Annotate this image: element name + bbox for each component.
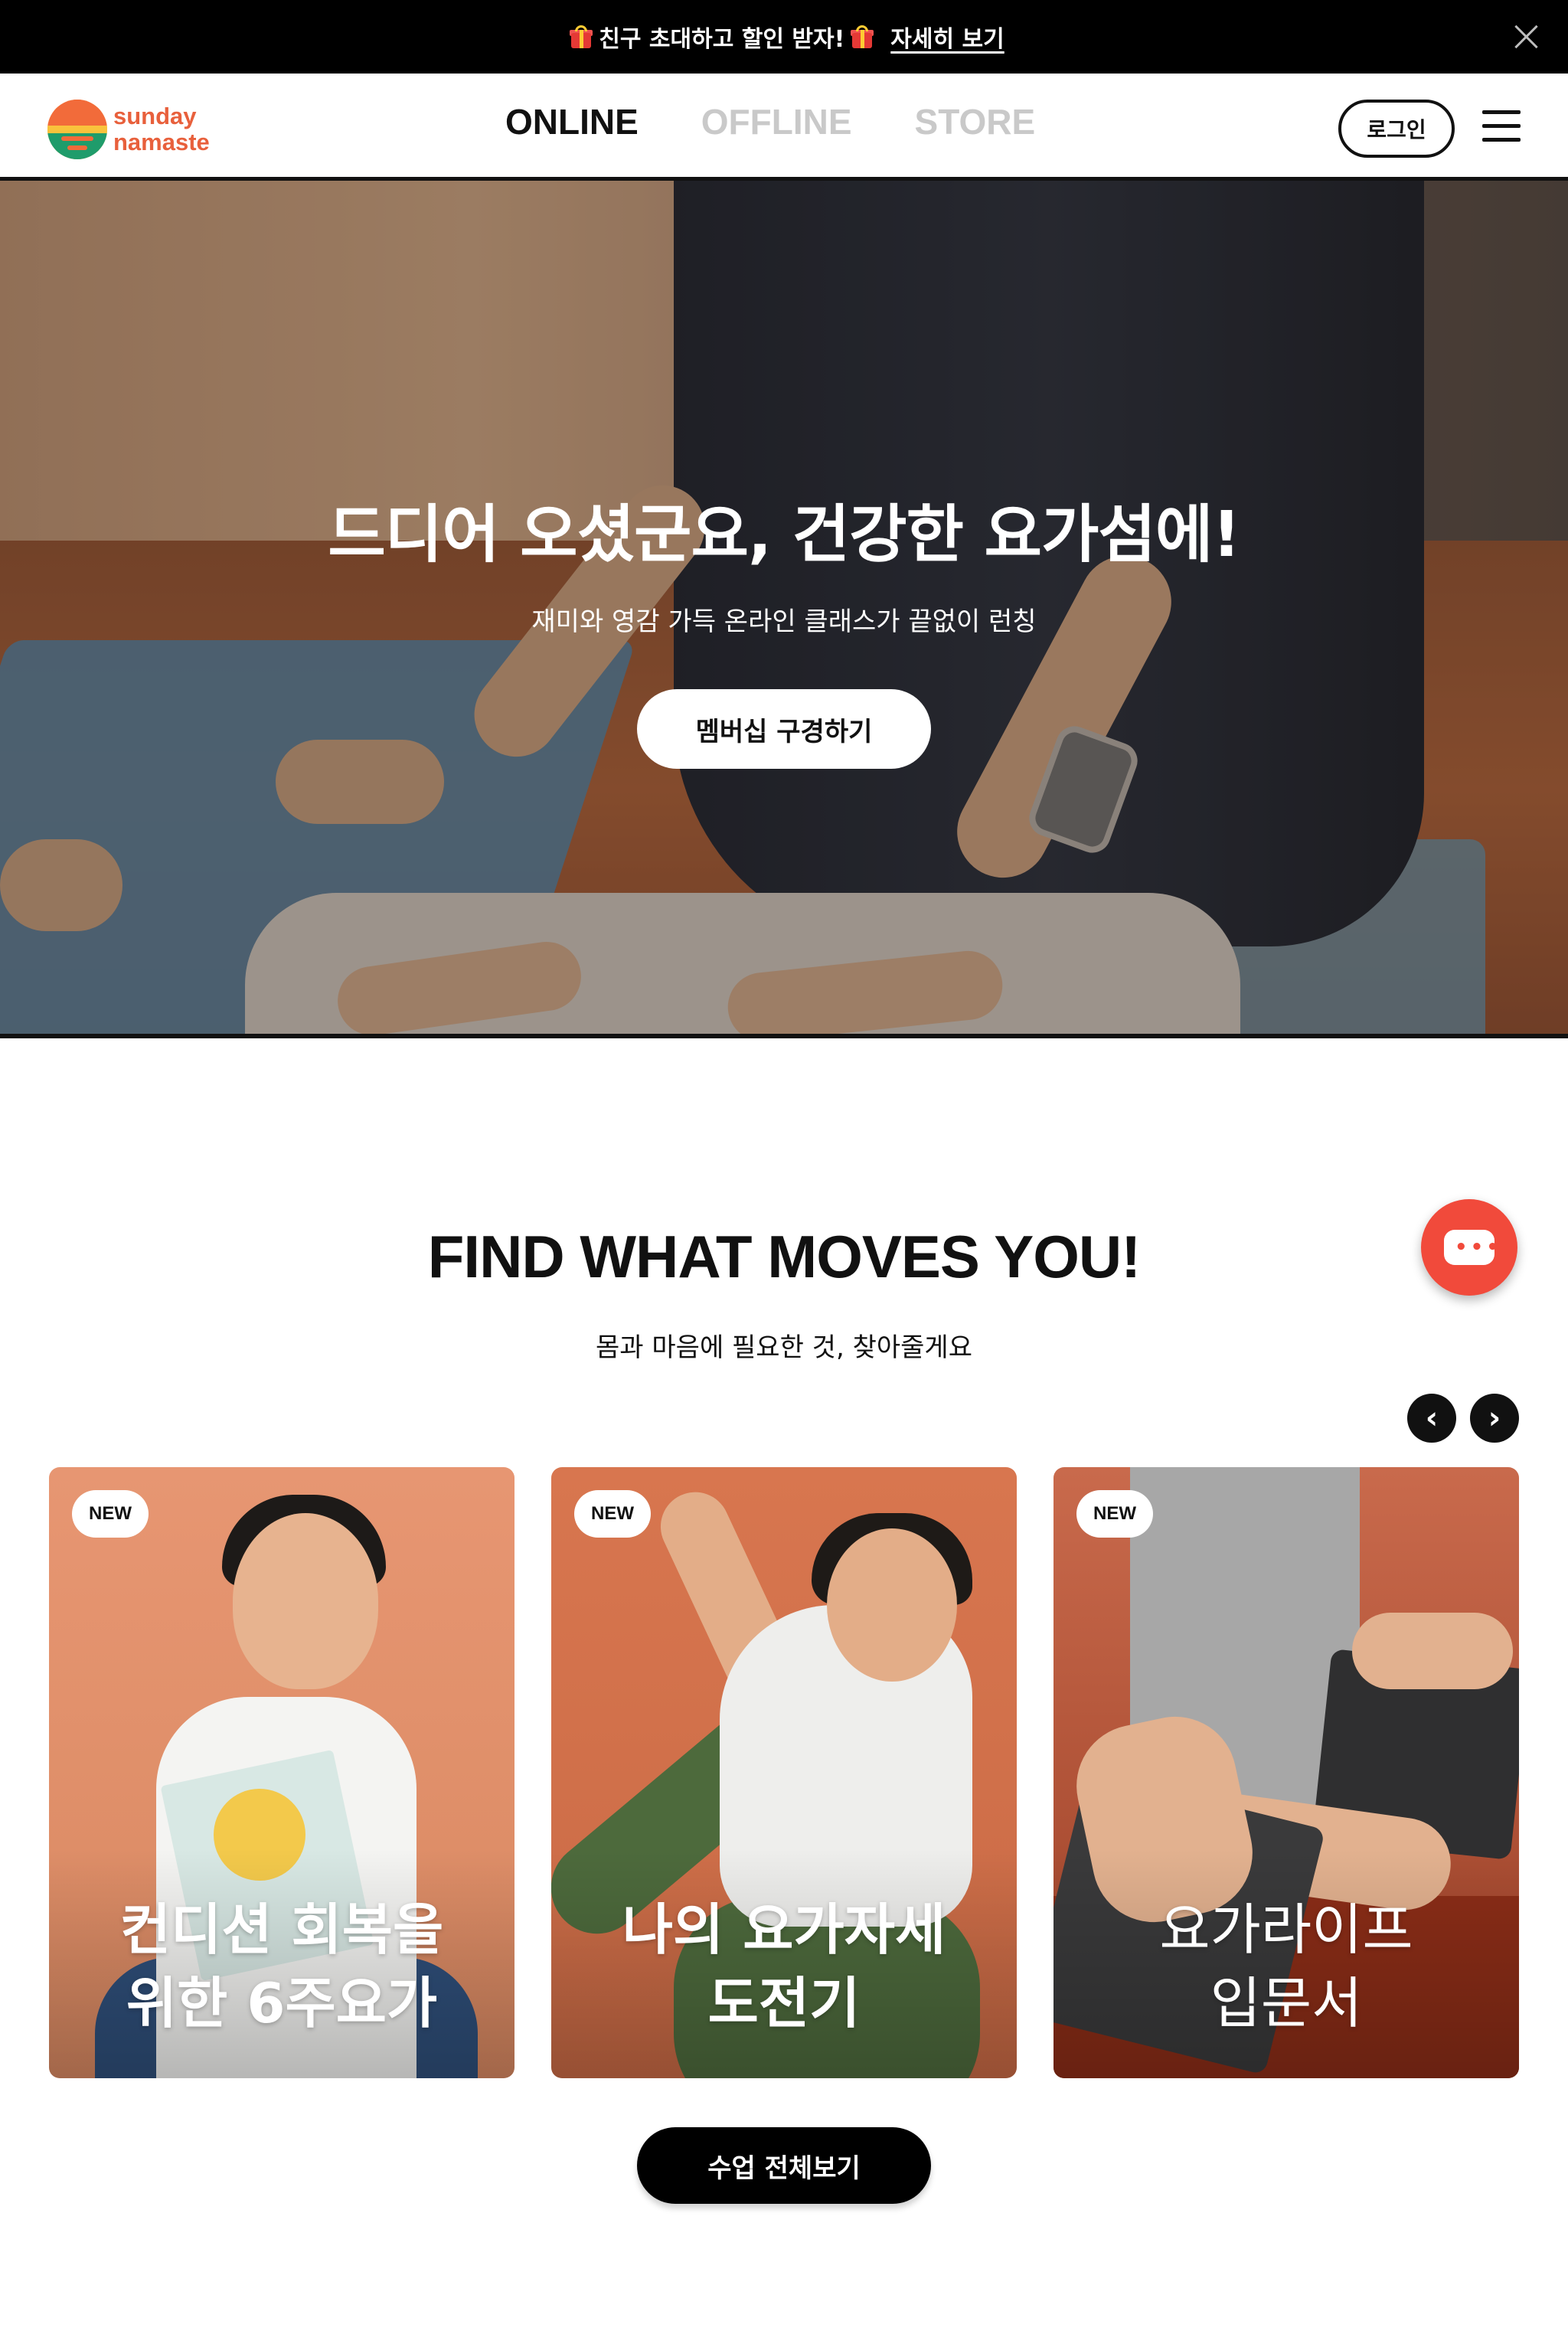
class-carousel: NEW 컨디션 회복을 위한 6주요가 NEW 나의 요가자세 도전기 NEW …	[49, 1467, 1519, 2078]
announcement-details-link[interactable]: 자세히 보기	[890, 20, 1004, 54]
hamburger-menu-icon[interactable]	[1482, 107, 1521, 145]
nav-item-online[interactable]: ONLINE	[505, 101, 639, 142]
announcement-bar: 친구 초대하고 할인 받자! 자세히 보기	[0, 0, 1568, 74]
nav-item-offline[interactable]: OFFLINE	[701, 101, 852, 142]
logo-line1: sunday	[113, 103, 197, 129]
site-header: sunday namaste ONLINE OFFLINE STORE 로그인	[0, 74, 1568, 181]
new-badge: NEW	[574, 1490, 651, 1538]
card-title: 요가라이프 입문서	[1054, 1893, 1519, 2040]
nav-item-store[interactable]: STORE	[915, 101, 1036, 142]
section-subtitle: 몸과 마음에 필요한 것, 찾아줄게요	[596, 1332, 972, 1363]
card-title-line2: 위한 6주요가	[126, 1971, 438, 2035]
card-title: 컨디션 회복을 위한 6주요가	[49, 1893, 514, 2040]
carousel-next-button[interactable]: ›	[1470, 1394, 1519, 1443]
logo-mark-icon	[47, 100, 107, 159]
login-button[interactable]: 로그인	[1338, 100, 1455, 158]
new-badge: NEW	[1076, 1490, 1153, 1538]
gift-icon	[851, 25, 874, 48]
section-title: FIND WHAT MOVES YOU!	[427, 1223, 1141, 1290]
card-title: 나의 요가자세 도전기	[551, 1893, 1017, 2040]
gift-icon	[570, 25, 593, 48]
card-title-line1: 컨디션 회복을	[119, 1898, 444, 1962]
class-card[interactable]: NEW 나의 요가자세 도전기	[551, 1467, 1017, 2078]
chat-button[interactable]: •••	[1421, 1199, 1517, 1296]
new-badge: NEW	[72, 1490, 149, 1538]
card-title-line1: 나의 요가자세	[622, 1898, 946, 1962]
card-title-line2: 입문서	[1210, 1971, 1363, 2035]
hero-banner: 드디어 오셨군요, 건강한 요가섬에! 재미와 영감 가득 온라인 클래스가 끝…	[0, 181, 1568, 1038]
close-icon[interactable]	[1508, 18, 1545, 55]
hero-subtitle: 재미와 영감 가득 온라인 클래스가 끝없이 런칭	[531, 606, 1037, 637]
class-card[interactable]: NEW 요가라이프 입문서	[1054, 1467, 1519, 2078]
class-card[interactable]: NEW 컨디션 회복을 위한 6주요가	[49, 1467, 514, 2078]
logo-line2: namaste	[113, 129, 210, 155]
main-nav: ONLINE OFFLINE STORE	[505, 101, 1035, 142]
announcement-text: 친구 초대하고 할인 받자!	[599, 26, 845, 53]
membership-button[interactable]: 멤버십 구경하기	[637, 689, 931, 769]
carousel-prev-button[interactable]: ‹	[1407, 1394, 1456, 1443]
logo-wordmark: sunday namaste	[113, 103, 210, 155]
hero-title: 드디어 오셨군요, 건강한 요가섬에!	[328, 498, 1240, 571]
card-title-line1: 요가라이프	[1159, 1898, 1413, 1962]
card-title-line2: 도전기	[707, 1971, 861, 2035]
view-all-classes-button[interactable]: 수업 전체보기	[637, 2127, 931, 2204]
logo[interactable]: sunday namaste	[47, 100, 210, 159]
